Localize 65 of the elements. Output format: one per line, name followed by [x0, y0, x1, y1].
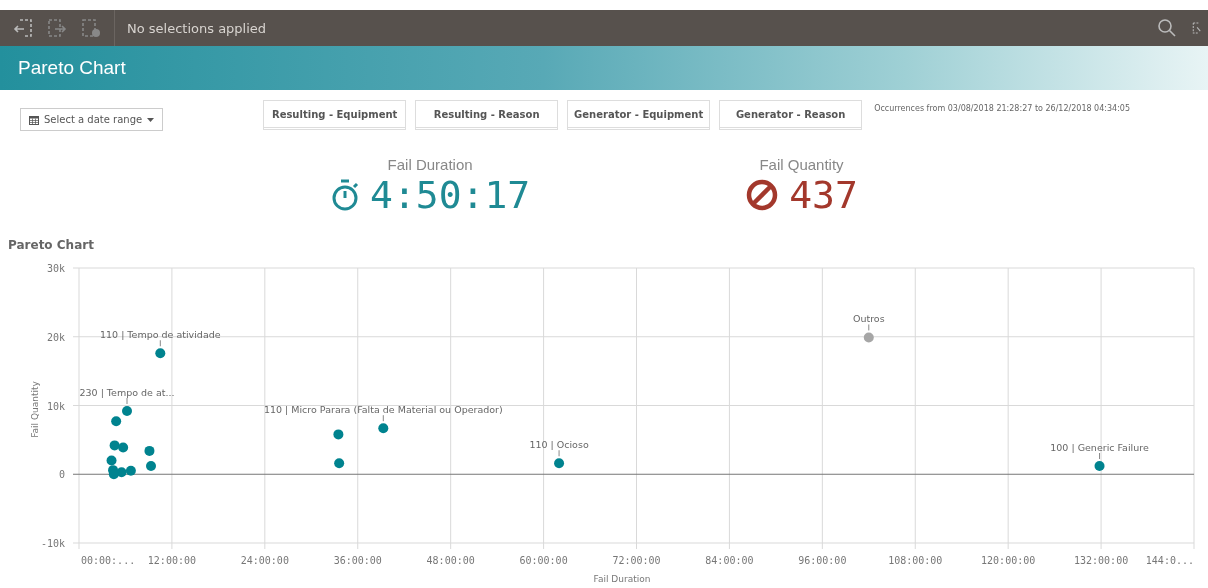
axis-tick-label: 108:00:00: [888, 555, 943, 566]
caret-icon: [147, 117, 155, 122]
data-point[interactable]: [109, 440, 120, 451]
data-point[interactable]: [333, 429, 344, 440]
point-label: 230 | Tempo de at...: [79, 387, 175, 398]
axis-tick-label: 00:00:...: [81, 555, 136, 566]
leader-line: [1099, 452, 1101, 460]
selection-status: No selections applied: [127, 20, 268, 36]
axis-tick-label: 48:00:00: [426, 555, 475, 566]
filter-pane[interactable]: Generator - Equipment: [567, 100, 711, 130]
data-point[interactable]: [863, 332, 874, 343]
data-point[interactable]: [378, 423, 389, 434]
axis-tick-label: 36:00:00: [333, 555, 382, 566]
filter-pane[interactable]: Resulting - Reason: [415, 100, 559, 130]
filter-pane[interactable]: Generator - Reason: [719, 100, 863, 130]
chart-title: Pareto Chart: [8, 238, 94, 252]
axis-tick-label: 24:00:00: [240, 555, 289, 566]
axis-tick-label: 120:00:00: [981, 555, 1036, 566]
kpi-value: 4:50:17: [370, 172, 531, 217]
axis-tick-label: 20k: [46, 331, 65, 343]
data-point[interactable]: [111, 416, 122, 427]
data-point[interactable]: [554, 458, 565, 469]
point-label: Outros: [852, 313, 885, 325]
axis-tick-label: -10k: [40, 538, 65, 549]
axis-tick-label: 30k: [46, 263, 65, 274]
leader-line: [558, 449, 560, 457]
point-label: 100 | Generic Failure: [1050, 442, 1149, 453]
axis-tick-label: 96:00:00: [798, 555, 847, 566]
search-icon[interactable]: [1156, 17, 1178, 39]
filter-pane[interactable]: Resulting - Equipment: [263, 100, 407, 130]
kpi-title: Fail Quantity: [759, 155, 844, 173]
axis-tick-label: 10k: [46, 400, 65, 412]
data-point[interactable]: [118, 442, 129, 453]
leader-line: [382, 414, 384, 422]
point-label: 110 | Tempo de atividade: [100, 329, 221, 341]
leader-line: [126, 397, 128, 405]
point-label: 110 | Micro Parara (Falta de Material ou Operador): [263, 404, 503, 416]
axis-tick-label: 72:00:00: [612, 555, 661, 566]
data-point[interactable]: [122, 406, 132, 416]
axis-tick-label: 132:00:00: [1074, 555, 1129, 566]
axis-tick-label: 60:00:00: [519, 555, 568, 566]
axis-tick-label: 84:00:00: [705, 555, 754, 566]
occurrence-range-text: Occurrences from 03/08/2018 21:28:27 to 26/12/2018 04:34:05: [874, 104, 1131, 113]
data-point[interactable]: [146, 461, 156, 471]
data-point[interactable]: [155, 348, 166, 359]
sheet-title: Pareto Chart: [18, 57, 126, 79]
data-point[interactable]: [106, 455, 117, 466]
clear-selection-icon[interactable]: [80, 17, 102, 39]
data-point[interactable]: [334, 458, 345, 469]
axis-title: Fail Quantity: [30, 381, 40, 438]
leader-line: [159, 339, 161, 347]
back-selection-icon[interactable]: [12, 17, 34, 39]
leader-line: [868, 323, 870, 331]
axis-title: Fail Duration: [593, 574, 651, 584]
data-point[interactable]: [125, 465, 136, 476]
kpi-value: 437: [789, 172, 858, 217]
axis-tick-label: 12:00:00: [147, 555, 196, 566]
date-range-dropdown[interactable]: Select a date range: [20, 108, 164, 131]
data-point[interactable]: [144, 445, 155, 456]
data-point[interactable]: [1094, 461, 1105, 471]
kpi-title: Fail Duration: [387, 155, 473, 173]
axis-tick-label: 144:0...: [1145, 555, 1194, 566]
axis-tick-label: 0: [58, 469, 65, 481]
calendar-icon: [29, 114, 39, 125]
point-label: 110 | Ocioso: [529, 439, 589, 451]
